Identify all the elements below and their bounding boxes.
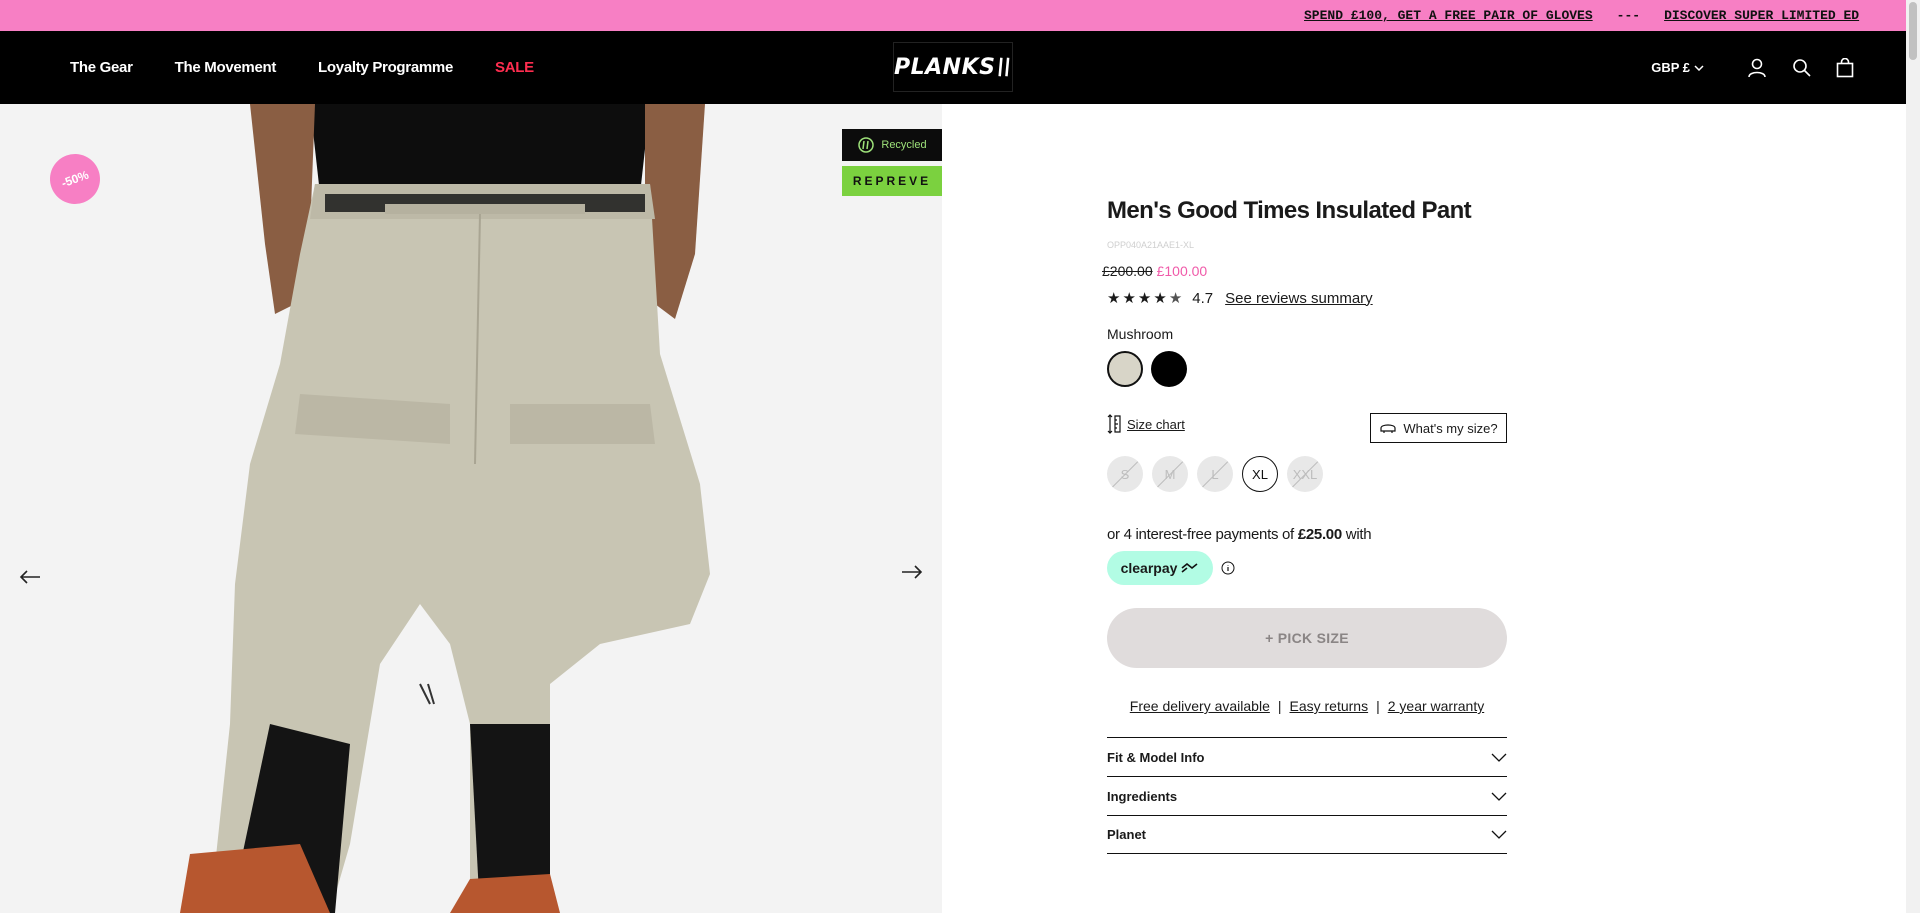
- recycled-label: Recycled: [881, 139, 927, 151]
- clearpay-badge: clearpay: [1107, 551, 1213, 585]
- logo-text: PLANKS: [894, 54, 996, 80]
- accordion-fit-model-info[interactable]: Fit & Model Info: [1107, 737, 1507, 776]
- sale-price: £100.00: [1156, 263, 1208, 279]
- announcement-message-limited[interactable]: DISCOVER SUPER LIMITED ED: [1664, 8, 1859, 23]
- announcement-track: SPEND £100, GET A FREE PAIR OF GLOVES --…: [1304, 0, 1859, 31]
- account-icon[interactable]: [1746, 57, 1768, 79]
- product-image[interactable]: [150, 104, 800, 913]
- chevron-down-icon: [1694, 64, 1704, 71]
- clearpay-arrows-icon: [1181, 563, 1198, 573]
- planks-logo[interactable]: PLANKS: [893, 42, 1013, 92]
- accordion-label: Ingredients: [1107, 788, 1178, 804]
- star-icon: ★: [1153, 290, 1167, 307]
- discount-badge: -50%: [42, 146, 108, 212]
- clearpay-row: clearpay: [1107, 551, 1235, 585]
- clearpay-label: clearpay: [1120, 560, 1178, 576]
- announcement-message-gloves[interactable]: SPEND £100, GET A FREE PAIR OF GLOVES: [1304, 8, 1593, 23]
- free-delivery-link[interactable]: Free delivery available: [1130, 698, 1270, 714]
- accordion-ingredients[interactable]: Ingredients: [1107, 776, 1507, 815]
- header-actions: GBP £: [1651, 31, 1856, 104]
- chevron-down-icon: [1491, 830, 1507, 839]
- warranty-link[interactable]: 2 year warranty: [1388, 698, 1484, 714]
- main-nav: The Gear The Movement Loyalty Programme …: [70, 31, 534, 104]
- color-swatch-mushroom[interactable]: [1107, 351, 1143, 387]
- gallery-next-button[interactable]: [897, 557, 927, 587]
- star-icon: ★: [1107, 290, 1121, 307]
- nav-item-the-movement[interactable]: The Movement: [175, 59, 277, 76]
- perk-separator: |: [1376, 698, 1380, 714]
- product-price: £200.00 £100.00: [1102, 263, 1207, 279]
- pick-size-button[interactable]: + PICK SIZE: [1107, 608, 1507, 668]
- perk-separator: |: [1277, 698, 1282, 714]
- installments-suffix: with: [1345, 526, 1372, 543]
- size-option-xl[interactable]: XL: [1242, 456, 1278, 492]
- logo-mark-icon: [998, 57, 1010, 77]
- nav-item-loyalty-programme[interactable]: Loyalty Programme: [318, 59, 453, 76]
- size-option-s[interactable]: S: [1107, 456, 1143, 492]
- whats-my-size-label: What's my size?: [1403, 420, 1498, 436]
- size-option-l[interactable]: L: [1197, 456, 1233, 492]
- arrow-left-icon: [19, 570, 40, 584]
- star-icon: ★: [1122, 290, 1136, 307]
- recycled-tag: Recycled: [842, 129, 942, 161]
- star-icon: ★: [1137, 290, 1152, 307]
- currency-label: GBP £: [1651, 60, 1690, 75]
- color-swatches: [1107, 351, 1187, 387]
- site-header: The Gear The Movement Loyalty Programme …: [0, 31, 1906, 104]
- product-accordion: Fit & Model Info Ingredients Planet: [1107, 737, 1507, 854]
- repreve-label: REPREVE: [852, 174, 932, 188]
- color-swatch-black[interactable]: [1151, 351, 1187, 387]
- accordion-planet[interactable]: Planet: [1107, 815, 1507, 854]
- scrollbar-thumb[interactable]: [1909, 2, 1917, 60]
- arrow-right-icon: [902, 565, 923, 579]
- rating-score: 4.7: [1192, 289, 1214, 307]
- accordion-label: Fit & Model Info: [1107, 749, 1205, 765]
- reviews-summary-link[interactable]: See reviews summary: [1225, 290, 1373, 307]
- easy-returns-link[interactable]: Easy returns: [1290, 698, 1369, 714]
- original-price: £200.00: [1102, 263, 1153, 279]
- announcement-separator: ---: [1616, 8, 1641, 23]
- chevron-down-icon: [1491, 753, 1507, 762]
- product-rating: ★ ★ ★ ★ ★ 4.7 See reviews summary: [1107, 289, 1373, 308]
- repreve-tag: REPREVE: [842, 166, 942, 196]
- installments-text: or 4 interest-free payments of £25.00 wi…: [1107, 526, 1372, 543]
- fit-finder-icon: [1380, 424, 1396, 433]
- size-options: S M L XL XXL: [1107, 456, 1323, 492]
- currency-selector[interactable]: GBP £: [1651, 60, 1704, 75]
- nav-item-sale[interactable]: SALE: [495, 59, 534, 76]
- half-star-icon: ★: [1168, 290, 1183, 307]
- cart-icon[interactable]: [1834, 57, 1856, 79]
- size-chart-label: Size chart: [1127, 416, 1185, 432]
- page-scrollbar[interactable]: [1906, 0, 1920, 913]
- size-option-xxl[interactable]: XXL: [1287, 456, 1323, 492]
- product-title: Men's Good Times Insulated Pant: [1107, 197, 1472, 224]
- size-chart-link[interactable]: Size chart: [1107, 414, 1185, 434]
- gallery-prev-button[interactable]: [15, 562, 45, 592]
- chevron-down-icon: [1491, 792, 1507, 801]
- installments-amount: £25.00: [1297, 526, 1342, 543]
- recycle-icon: [858, 137, 875, 153]
- ruler-icon: [1107, 414, 1121, 434]
- announcement-bar: SPEND £100, GET A FREE PAIR OF GLOVES --…: [0, 0, 1920, 31]
- product-gallery: -50% Recycled REPREVE: [0, 104, 942, 913]
- info-icon[interactable]: [1221, 561, 1235, 575]
- size-option-m[interactable]: M: [1152, 456, 1188, 492]
- search-icon[interactable]: [1790, 57, 1812, 79]
- accordion-label: Planet: [1107, 827, 1147, 842]
- nav-item-the-gear[interactable]: The Gear: [70, 59, 133, 76]
- whats-my-size-button[interactable]: What's my size?: [1370, 413, 1507, 443]
- selected-color-label: Mushroom: [1107, 326, 1174, 342]
- product-sku: OPP040A21AAE1-XL: [1107, 240, 1195, 250]
- installments-prefix: or 4 interest-free payments of: [1107, 526, 1294, 543]
- perks-row: Free delivery available | Easy returns |…: [1107, 698, 1507, 714]
